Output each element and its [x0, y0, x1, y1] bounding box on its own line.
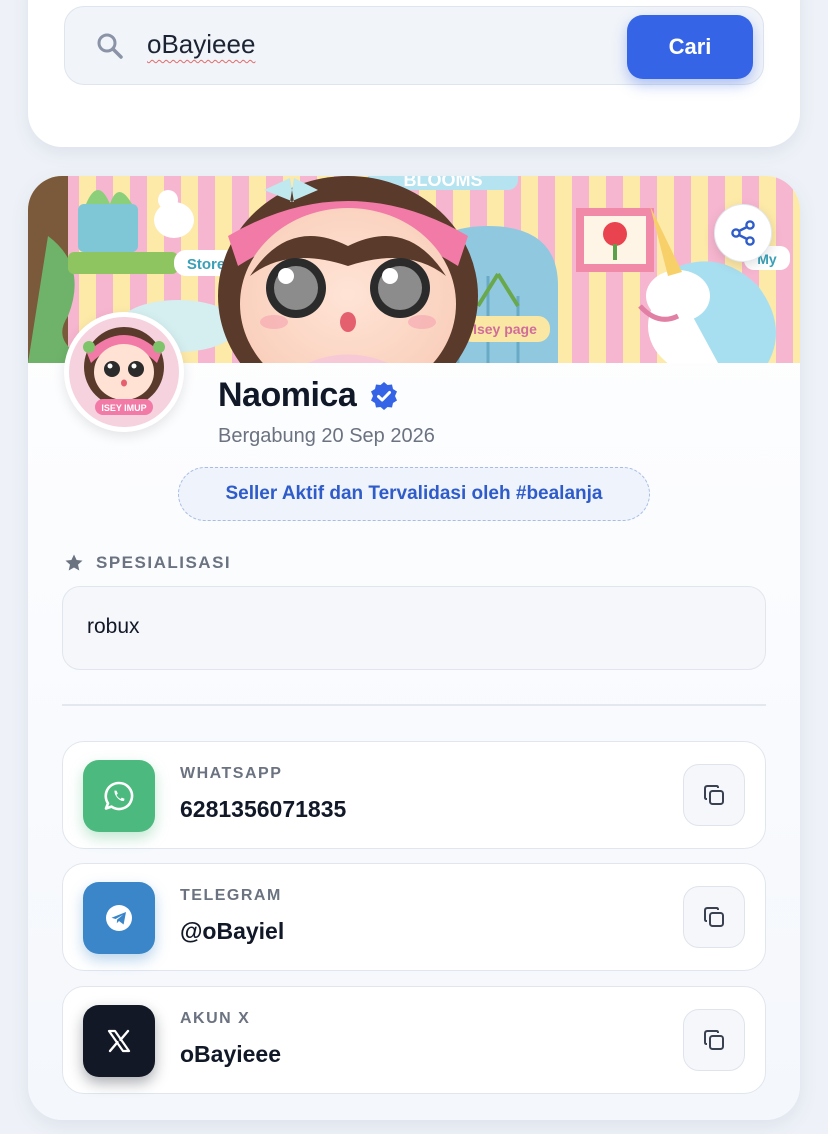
specialization-heading: SPESIALISASI — [64, 553, 231, 573]
search-input[interactable]: oBayieee Cari — [64, 6, 764, 85]
specialization-value: robux — [87, 615, 140, 638]
avatar: ISEY IMUP — [64, 312, 184, 432]
seller-verified-badge: Seller Aktif dan Tervalidasi oleh #beala… — [178, 467, 650, 521]
specialization-label: SPESIALISASI — [96, 553, 232, 572]
search-input-value[interactable]: oBayieee — [147, 29, 255, 60]
search-button[interactable]: Cari — [627, 15, 753, 79]
copy-icon — [704, 1030, 724, 1050]
avatar-caption: ISEY IMUP — [101, 403, 146, 413]
whatsapp-icon — [83, 760, 155, 832]
contact-whatsapp: WHATSAPP 6281356071835 — [62, 741, 766, 849]
contact-value: 6281356071835 — [180, 796, 347, 822]
contact-x: AKUN X oBayieee — [62, 986, 766, 1094]
contact-label: AKUN X — [180, 1010, 251, 1027]
contact-label: WHATSAPP — [180, 765, 283, 782]
banner-store-text: Store — [187, 256, 225, 273]
contact-value: @oBayiel — [180, 918, 285, 944]
seller-name: Naomica — [218, 376, 357, 414]
verified-badge-icon — [371, 381, 398, 410]
contact-value: oBayieee — [180, 1041, 282, 1067]
copy-icon — [704, 907, 724, 927]
banner-isey-page-text: Isey page — [473, 321, 537, 337]
star-icon — [65, 554, 83, 571]
search-card: oBayieee Cari — [28, 0, 800, 147]
search-icon — [97, 33, 123, 59]
joined-date: Bergabung 20 Sep 2026 — [218, 425, 435, 447]
contact-telegram: TELEGRAM @oBayiel — [62, 863, 766, 971]
copy-x-button[interactable] — [683, 1009, 745, 1071]
copy-whatsapp-button[interactable] — [683, 764, 745, 826]
share-button[interactable] — [714, 204, 772, 262]
seller-name-row: Naomica — [218, 376, 400, 415]
share-icon — [731, 220, 755, 246]
contact-label: TELEGRAM — [180, 887, 282, 904]
divider — [62, 704, 766, 706]
specialization-box: robux — [62, 586, 766, 670]
x-icon — [83, 1005, 155, 1077]
banner-top-text: BLOOMS — [404, 176, 483, 190]
seller-profile-card: Store BLOOMS Isey page My ISEY IMUP Naom… — [28, 176, 800, 1120]
telegram-icon — [83, 882, 155, 954]
copy-telegram-button[interactable] — [683, 886, 745, 948]
copy-icon — [704, 785, 724, 805]
